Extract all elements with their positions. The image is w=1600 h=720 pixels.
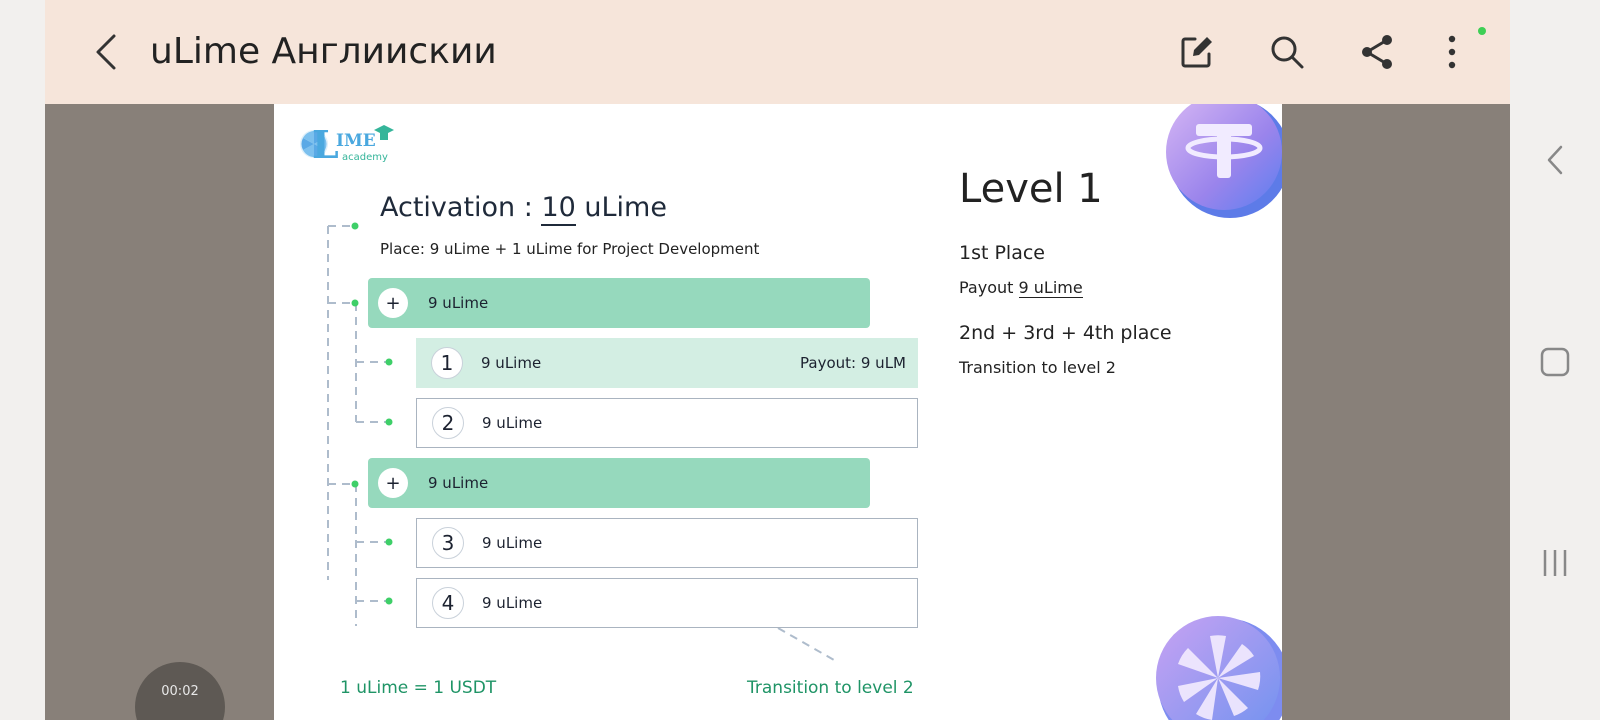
row-payout: Payout: 9 uLM [800, 354, 906, 372]
row-label: 9 uLime [482, 414, 543, 432]
payout-label: Payout [959, 278, 1019, 297]
more-options-button[interactable] [1430, 30, 1474, 74]
document-viewer: uLime Англиискии L IME academy Activatio… [45, 0, 1510, 720]
transition-note: Transition to level 2 [959, 358, 1116, 377]
rate-note: 1 uLime = 1 USDT [340, 678, 497, 698]
first-place-heading: 1st Place [959, 242, 1045, 264]
system-nav-bar [1510, 0, 1600, 720]
privacy-indicator-dot [1478, 27, 1486, 35]
list-item[interactable]: 3 9 uLime [416, 518, 918, 568]
nav-back-button[interactable] [1530, 135, 1580, 185]
payout-value: 9 uLime [1018, 278, 1083, 298]
search-icon [1271, 36, 1304, 69]
chevron-left-icon [96, 34, 116, 70]
search-button[interactable] [1265, 30, 1309, 74]
place-number: 2 [432, 407, 464, 439]
row-label: 9 uLime [481, 354, 542, 372]
presentation-slide: L IME academy Activation : 10 uLime Plac… [274, 104, 1282, 720]
edit-button[interactable] [1175, 30, 1219, 74]
document-title: uLime Англиискии [150, 31, 497, 72]
share-button[interactable] [1355, 30, 1399, 74]
place-number: 4 [432, 587, 464, 619]
nav-recents-button[interactable] [1530, 538, 1580, 588]
list-item[interactable]: + 9 uLime [368, 458, 870, 508]
edit-icon [1181, 37, 1212, 68]
other-places-heading: 2nd + 3rd + 4th place [959, 322, 1172, 344]
row-label: 9 uLime [482, 594, 543, 612]
plus-icon: + [378, 468, 408, 498]
back-button[interactable] [85, 30, 125, 74]
row-label: 9 uLime [482, 534, 543, 552]
plus-icon: + [378, 288, 408, 318]
playback-timer[interactable]: 00:02 [135, 662, 225, 720]
more-vert-icon [1448, 35, 1456, 69]
top-app-bar: uLime Англиискии [45, 0, 1510, 104]
row-label: 9 uLime [428, 474, 489, 492]
list-item[interactable]: 2 9 uLime [416, 398, 918, 448]
place-number: 1 [431, 347, 463, 379]
chevron-left-icon [1547, 145, 1563, 175]
nav-home-button[interactable] [1530, 337, 1580, 387]
share-icon [1362, 35, 1392, 69]
place-number: 3 [432, 527, 464, 559]
transition-footer: Transition to level 2 [747, 678, 914, 698]
lime-coin-icon [1156, 616, 1282, 720]
recents-icon [1543, 550, 1567, 576]
home-square-icon [1540, 347, 1570, 377]
list-item[interactable]: 4 9 uLime [416, 578, 918, 628]
row-label: 9 uLime [428, 294, 489, 312]
list-item[interactable]: 1 9 uLime Payout: 9 uLM [416, 338, 918, 388]
list-item[interactable]: + 9 uLime [368, 278, 870, 328]
payout-line: Payout 9 uLime [959, 278, 1083, 298]
level-title: Level 1 [959, 166, 1103, 212]
tether-coin-icon [1166, 104, 1282, 218]
